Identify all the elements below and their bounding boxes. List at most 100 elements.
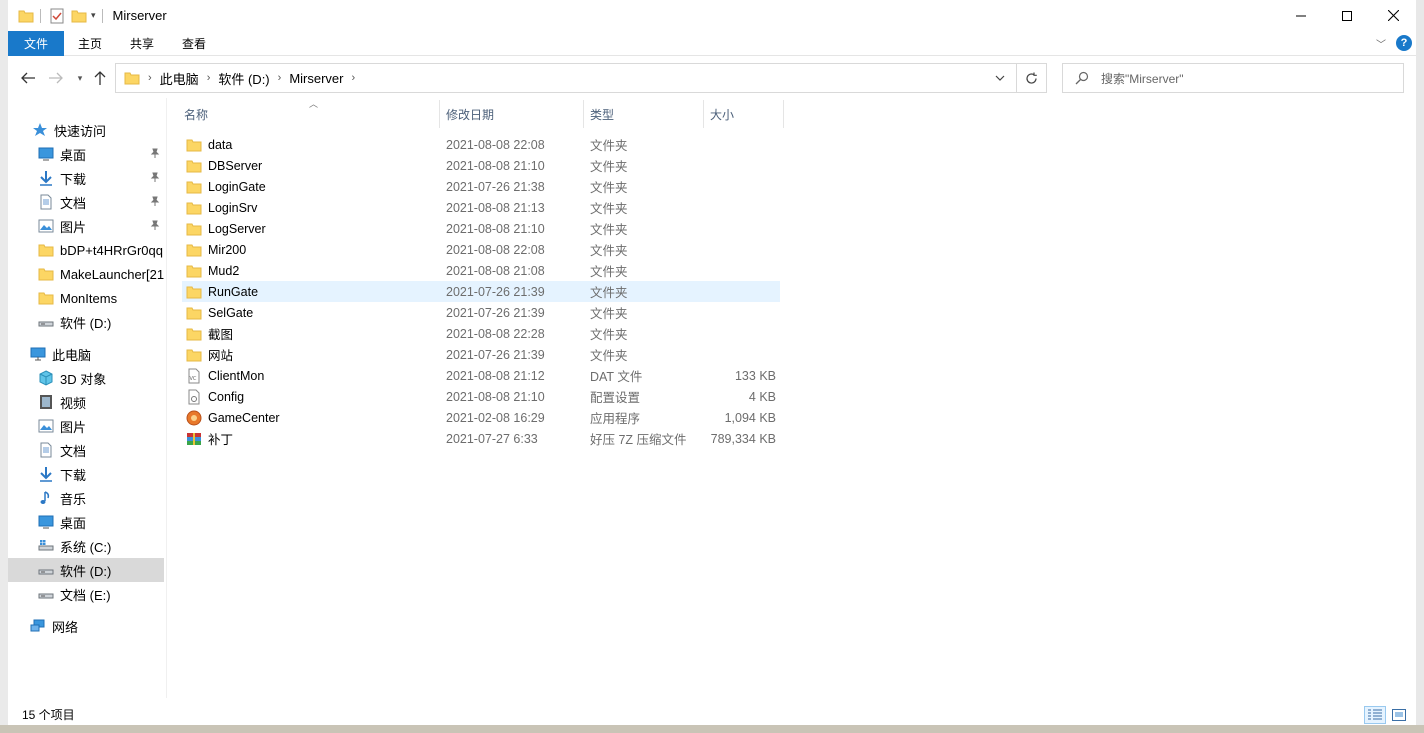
file-size [702,218,776,239]
nav-item-quick-0[interactable]: 桌面 [8,142,164,166]
folder-icon [38,266,54,282]
nav-item-quick-4[interactable]: bDP+t4HRrGr0qq [8,238,164,262]
refresh-button[interactable] [1016,64,1046,92]
file-row[interactable]: LogServer 2021-08-08 21:10 文件夹 [182,218,780,239]
nav-item-quick-7[interactable]: 软件 (D:) [8,310,164,334]
tab-view[interactable]: 查看 [168,31,220,56]
new-folder-icon[interactable] [71,8,87,24]
file-date: 2021-08-08 21:08 [446,263,545,278]
file-name: LoginGate [208,179,266,194]
nav-item-label: 3D 对象 [60,371,107,387]
file-row[interactable]: VC ClientMon 2021-08-08 21:12 DAT 文件 133 KB [182,365,780,386]
details-view-button[interactable] [1364,706,1386,724]
folder-icon [186,326,202,342]
file-type: 文件夹 [590,139,628,153]
nav-item-label: 图片 [60,219,87,235]
file-name-cell: DBServer [186,155,262,176]
nav-item-pc-2[interactable]: 图片 [8,414,164,438]
nav-item-quick-2[interactable]: 文档 [8,190,164,214]
navigation-pane: 快速访问 桌面 下载 文档 图片 bDP+t4HRrGr0qq MakeLauncher[2… [8,110,166,700]
nav-item-quick-access[interactable]: 快速访问 [8,118,164,142]
drive-icon [38,562,54,578]
download-icon [38,466,54,482]
breadcrumb-this-pc[interactable]: 此电脑 [160,69,199,88]
file-row[interactable]: Mir200 2021-08-08 22:08 文件夹 [182,239,780,260]
file-row[interactable]: 截图 2021-08-08 22:28 文件夹 [182,323,780,344]
tab-file[interactable]: 文件 [8,30,65,56]
file-row[interactable]: SelGate 2021-07-26 21:39 文件夹 [182,302,780,323]
large-icons-view-button[interactable] [1388,706,1410,724]
file-row[interactable]: RunGate 2021-07-26 21:39 文件夹 [182,281,780,302]
nav-item-pc-7[interactable]: 系统 (C:) [8,534,164,558]
file-name-cell: RunGate [186,281,258,302]
address-bar[interactable]: › 此电脑 › 软件 (D:) › Mirserver › [115,63,1047,93]
nav-item-quick-3[interactable]: 图片 [8,214,164,238]
nav-item-pc-0[interactable]: 3D 对象 [8,366,164,390]
desktop-right-edge [1416,0,1424,733]
recent-locations-icon[interactable]: ▾ [70,68,90,88]
expand-ribbon-icon[interactable]: ﹀ [1376,36,1386,51]
folder-icon [186,221,202,237]
column-header-name[interactable]: 名称 [178,100,440,128]
file-name: LoginSrv [208,200,258,215]
chevron-right-icon[interactable]: › [207,72,211,84]
nav-item-pc-5[interactable]: 音乐 [8,486,164,510]
file-date: 2021-07-26 21:39 [446,284,545,299]
nav-item-this-pc[interactable]: 此电脑 [8,342,164,366]
chevron-right-icon[interactable]: › [351,72,355,84]
folder-icon [18,8,34,24]
file-size [702,323,776,344]
pane-divider[interactable] [166,98,167,698]
search-input[interactable]: 搜索"Mirserver" [1101,70,1184,87]
file-row[interactable]: Mud2 2021-08-08 21:08 文件夹 [182,260,780,281]
pin-icon [150,148,160,161]
address-history-dropdown[interactable] [988,64,1012,92]
nav-item-pc-3[interactable]: 文档 [8,438,164,462]
nav-item-pc-6[interactable]: 桌面 [8,510,164,534]
back-button[interactable] [18,68,38,88]
file-row[interactable]: Config 2021-08-08 21:10 配置设置 4 KB [182,386,780,407]
document-icon [38,442,54,458]
nav-item-pc-4[interactable]: 下载 [8,462,164,486]
properties-icon[interactable] [49,8,65,24]
network-icon [30,618,46,634]
column-header-size[interactable]: 大小 [704,100,784,128]
breadcrumb-mirserver[interactable]: Mirserver [289,71,343,86]
nav-item-quick-1[interactable]: 下载 [8,166,164,190]
file-row[interactable]: LoginSrv 2021-08-08 21:13 文件夹 [182,197,780,218]
nav-item-quick-5[interactable]: MakeLauncher[21 [8,262,164,286]
file-row[interactable]: LoginGate 2021-07-26 21:38 文件夹 [182,176,780,197]
file-row[interactable]: data 2021-08-08 22:08 文件夹 [182,134,780,155]
nav-item-quick-6[interactable]: MonItems [8,286,164,310]
chevron-right-icon[interactable]: › [278,72,282,84]
file-name-cell: data [186,134,232,155]
nav-item-pc-8[interactable]: 软件 (D:) [8,558,164,582]
explorer-window: ▾ Mirserver 文件 主页 共享 查看 ﹀ ? ▾ › 此电脑 › 软件… [8,0,1416,725]
nav-item-pc-9[interactable]: 文档 (E:) [8,582,164,606]
file-row[interactable]: GameCenter 2021-02-08 16:29 应用程序 1,094 KB [182,407,780,428]
forward-button[interactable] [46,68,66,88]
tab-home[interactable]: 主页 [64,31,116,56]
search-box[interactable]: 搜索"Mirserver" [1062,63,1404,93]
close-button[interactable] [1370,0,1416,31]
minimize-button[interactable] [1278,0,1324,31]
nav-item-pc-1[interactable]: 视频 [8,390,164,414]
file-type: 配置设置 [590,391,641,405]
customize-quick-access-icon[interactable]: ▾ [91,10,96,21]
column-header-date[interactable]: 修改日期 [440,100,584,128]
nav-item-network[interactable]: 网络 [8,614,164,638]
help-icon[interactable]: ? [1396,35,1412,51]
file-row[interactable]: DBServer 2021-08-08 21:10 文件夹 [182,155,780,176]
maximize-button[interactable] [1324,0,1370,31]
file-name-cell: LoginSrv [186,197,257,218]
nav-item-label: 桌面 [60,147,87,163]
document-icon [38,194,54,210]
file-row[interactable]: 补丁 2021-07-27 6:33 好压 7Z 压缩文件 789,334 KB [182,428,780,449]
up-button[interactable] [90,68,110,88]
tab-share[interactable]: 共享 [116,31,168,56]
file-row[interactable]: 网站 2021-07-26 21:39 文件夹 [182,344,780,365]
file-type: 文件夹 [590,307,628,321]
breadcrumb-drive-d[interactable]: 软件 (D:) [218,69,269,88]
file-name: Mud2 [208,263,240,278]
column-header-type[interactable]: 类型 [584,100,704,128]
